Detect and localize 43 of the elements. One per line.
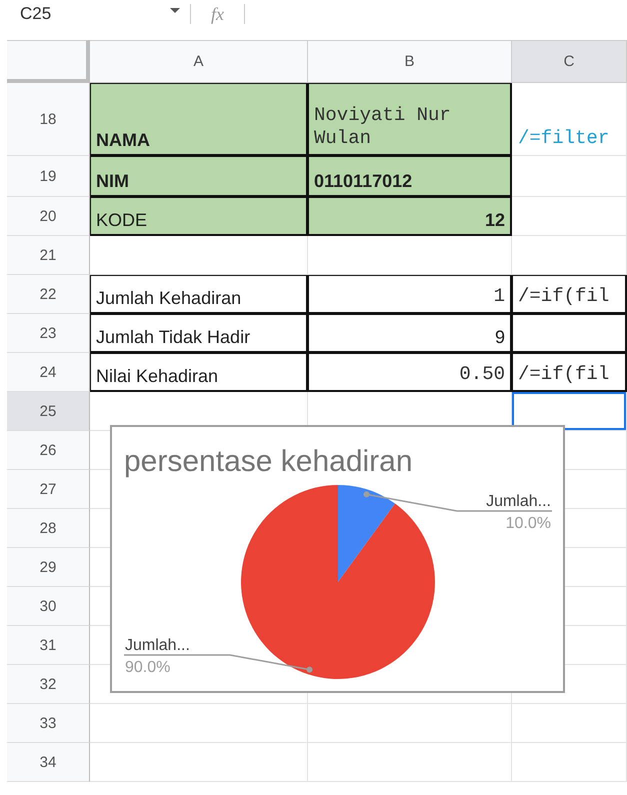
table-cell: NAMA (90, 83, 308, 156)
row-header[interactable]: 26 (7, 431, 90, 470)
table-cell: 12 (308, 197, 512, 236)
table-cell: /=filter (512, 83, 627, 156)
slice-label: Jumlah... (125, 637, 190, 654)
table-cell: /=if(fil (512, 275, 627, 314)
table-cell: Jumlah Tidak Hadir (90, 314, 308, 353)
table-cell: KODE (90, 197, 308, 236)
row-header[interactable]: 25 (7, 392, 90, 431)
row-header[interactable]: 22 (7, 275, 90, 314)
table-cell: Jumlah Kehadiran (90, 275, 308, 314)
column-header[interactable]: C (512, 40, 627, 83)
table-cell: Noviyati Nur Wulan (308, 83, 512, 156)
row-header[interactable]: 32 (7, 665, 90, 704)
row-header[interactable]: 27 (7, 470, 90, 509)
row-header[interactable]: 24 (7, 353, 90, 392)
row-header[interactable]: 30 (7, 587, 90, 626)
formula-label: fx (190, 4, 245, 24)
row-header[interactable]: 29 (7, 548, 90, 587)
row-header[interactable]: 28 (7, 509, 90, 548)
row-header[interactable]: 34 (7, 743, 90, 782)
table-cell: 1 (308, 275, 512, 314)
slice-label: Jumlah... (486, 493, 551, 510)
column-header[interactable]: A (90, 40, 308, 83)
percent-label: 90.0% (125, 659, 170, 676)
row-header[interactable]: 33 (7, 704, 90, 743)
table-cell: 9 (308, 314, 512, 353)
row-header[interactable]: 19 (7, 156, 90, 197)
column-header[interactable]: B (308, 40, 512, 83)
row-header[interactable]: 21 (7, 236, 90, 275)
table-cell: Nilai Kehadiran (90, 353, 308, 392)
table-cell: 0.50 (308, 353, 512, 392)
row-header[interactable]: 20 (7, 197, 90, 236)
row-header[interactable]: 18 (7, 83, 90, 156)
table-cell: 0110117012 (308, 156, 512, 197)
caret-icon[interactable] (170, 8, 180, 13)
name-box[interactable]: C25 (20, 4, 160, 24)
chart-title: persentase kehadiran (124, 445, 413, 478)
table-cell: /=if(fil (512, 353, 627, 392)
table-cell: NIM (90, 156, 308, 197)
row-header[interactable]: 23 (7, 314, 90, 353)
row-header[interactable]: 31 (7, 626, 90, 665)
percent-label: 10.0% (506, 515, 551, 532)
